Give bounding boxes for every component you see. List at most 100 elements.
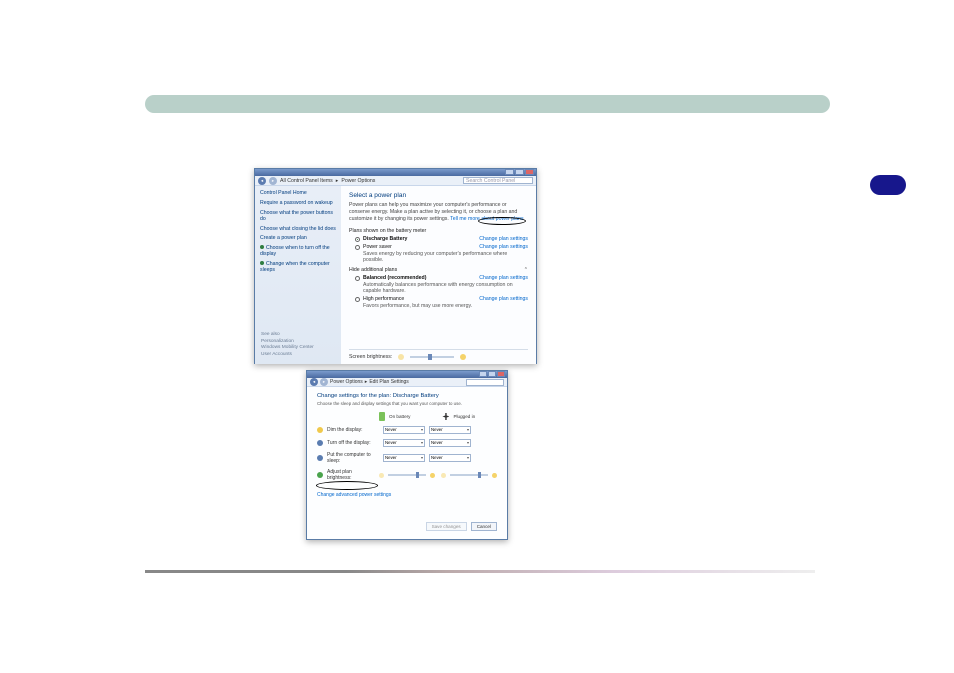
- sleep-battery-select[interactable]: Never: [383, 454, 425, 462]
- breadcrumb-item[interactable]: Edit Plan Settings: [369, 379, 408, 385]
- breadcrumb-item[interactable]: Power Options: [341, 178, 375, 184]
- plan-desc: Favors performance, but may use more ene…: [363, 303, 528, 309]
- brightness-slider[interactable]: [410, 356, 454, 358]
- col-on-battery: On battery: [389, 414, 410, 419]
- bullet-icon: [260, 245, 264, 249]
- sidebar-link-create-plan[interactable]: Create a power plan: [260, 235, 336, 242]
- column-headers: On battery Plugged in: [379, 412, 497, 421]
- sidebar-link-buttons[interactable]: Choose what the power buttons do: [260, 210, 336, 223]
- cancel-button[interactable]: Cancel: [471, 522, 497, 531]
- display-battery-select[interactable]: Never: [383, 439, 425, 447]
- plug-icon: [442, 413, 449, 420]
- brightness-plugged-slider[interactable]: [450, 474, 489, 476]
- window-controls: [479, 371, 505, 377]
- breadcrumb-sep: ▸: [336, 178, 339, 184]
- setting-row-sleep: Put the computer to sleep: Never Never: [317, 452, 497, 464]
- titlebar[interactable]: [255, 169, 536, 176]
- display-plugged-select[interactable]: Never: [429, 439, 471, 447]
- page-subtitle: Choose the sleep and display settings th…: [317, 401, 497, 406]
- plan-desc: Saves energy by reducing your computer's…: [363, 251, 528, 263]
- radio-button[interactable]: [355, 237, 360, 242]
- advanced-settings-link[interactable]: Change advanced power settings: [317, 492, 391, 498]
- change-plan-settings-link[interactable]: Change plan settings: [479, 296, 528, 302]
- section-divider-bar: [145, 95, 830, 113]
- sidebar-link-display-off[interactable]: Choose when to turn off the display: [260, 245, 336, 258]
- forward-button[interactable]: ▸: [269, 177, 277, 185]
- row-label: Turn off the display:: [327, 440, 379, 446]
- see-also-link[interactable]: Windows Mobility Center: [261, 345, 314, 350]
- plan-name[interactable]: High performance: [363, 296, 404, 302]
- dim-battery-select[interactable]: Never: [383, 426, 425, 434]
- sidebar: Control Panel Home Require a password on…: [255, 186, 341, 364]
- plan-item: Balanced (recommended) Change plan setti…: [355, 275, 528, 294]
- plan-item: Discharge Battery Change plan settings: [355, 236, 528, 242]
- brightness-icon: [317, 472, 323, 478]
- edit-plan-settings-window: ◂ ▸ Power Options ▸ Edit Plan Settings C…: [306, 370, 508, 540]
- setting-row-dim: Dim the display: Never Never: [317, 426, 497, 434]
- brightness-battery-slider[interactable]: [388, 474, 427, 476]
- sidebar-link-sleep[interactable]: Change when the computer sleeps: [260, 261, 336, 274]
- slider-thumb[interactable]: [416, 472, 420, 478]
- minimize-button[interactable]: [479, 371, 487, 377]
- back-button[interactable]: ◂: [310, 378, 318, 386]
- row-label: Put the computer to sleep:: [327, 452, 379, 464]
- annotation-circle: [478, 217, 526, 225]
- address-bar: ◂ ▸ All Control Panel Items ▸ Power Opti…: [255, 176, 536, 186]
- plan-desc: Automatically balances performance with …: [363, 282, 528, 294]
- hide-additional-plans-toggle[interactable]: Hide additional plans⌃: [349, 267, 528, 273]
- sidebar-link-lid[interactable]: Choose what closing the lid does: [260, 226, 336, 233]
- plan-item: High performance Change plan settings Fa…: [355, 296, 528, 309]
- change-plan-settings-link[interactable]: Change plan settings: [479, 236, 528, 242]
- main-panel: Change settings for the plan: Discharge …: [307, 387, 507, 504]
- close-button[interactable]: [525, 169, 534, 175]
- radio-button[interactable]: [355, 276, 360, 281]
- dim-icon: [317, 427, 323, 433]
- setting-row-display-off: Turn off the display: Never Never: [317, 439, 497, 447]
- breadcrumb-item[interactable]: All Control Panel Items: [280, 178, 333, 184]
- dialog-buttons: Save changes Cancel: [426, 522, 497, 531]
- maximize-button[interactable]: [515, 169, 524, 175]
- see-also-title: See also: [261, 332, 314, 337]
- see-also-link[interactable]: Personalization: [261, 339, 314, 344]
- plan-item: Power saver Change plan settings Saves e…: [355, 244, 528, 263]
- plan-name[interactable]: Discharge Battery: [363, 236, 407, 242]
- breadcrumb-item[interactable]: Power Options: [330, 379, 363, 385]
- close-button[interactable]: [497, 371, 505, 377]
- plan-name[interactable]: Balanced (recommended): [363, 275, 426, 281]
- plan-name[interactable]: Power saver: [363, 244, 392, 250]
- sleep-plugged-select[interactable]: Never: [429, 454, 471, 462]
- slider-thumb[interactable]: [428, 354, 432, 360]
- minimize-button[interactable]: [505, 169, 514, 175]
- page-title: Select a power plan: [349, 192, 528, 199]
- brightness-row: Screen brightness:: [349, 349, 528, 361]
- radio-button[interactable]: [355, 297, 360, 302]
- power-options-window: ◂ ▸ All Control Panel Items ▸ Power Opti…: [254, 168, 537, 364]
- radio-button[interactable]: [355, 245, 360, 250]
- titlebar[interactable]: [307, 371, 507, 378]
- display-icon: [317, 440, 323, 446]
- search-input[interactable]: Search Control Panel: [463, 177, 533, 184]
- plans-label: Plans shown on the battery meter: [349, 228, 528, 234]
- back-button[interactable]: ◂: [258, 177, 266, 185]
- sun-dim-icon: [398, 354, 404, 360]
- slider-thumb[interactable]: [478, 472, 482, 478]
- see-also-link[interactable]: User Accounts: [261, 352, 314, 357]
- breadcrumb-sep: ▸: [365, 379, 368, 385]
- dim-plugged-select[interactable]: Never: [429, 426, 471, 434]
- page-marker-pill: [870, 175, 906, 195]
- sidebar-home-title[interactable]: Control Panel Home: [260, 190, 336, 196]
- battery-icon: [379, 412, 385, 421]
- sun-dim-icon: [379, 473, 384, 478]
- search-input[interactable]: [466, 379, 504, 386]
- change-plan-settings-link[interactable]: Change plan settings: [479, 275, 528, 281]
- row-label: Dim the display:: [327, 427, 379, 433]
- save-button[interactable]: Save changes: [426, 522, 467, 531]
- sidebar-link-password[interactable]: Require a password on wakeup: [260, 200, 336, 207]
- row-label: Adjust plan brightness:: [327, 469, 375, 481]
- address-bar: ◂ ▸ Power Options ▸ Edit Plan Settings: [307, 378, 507, 387]
- maximize-button[interactable]: [488, 371, 496, 377]
- footer-divider: [145, 570, 815, 573]
- forward-button[interactable]: ▸: [320, 378, 328, 386]
- col-plugged-in: Plugged in: [453, 414, 475, 419]
- change-plan-settings-link[interactable]: Change plan settings: [479, 244, 528, 250]
